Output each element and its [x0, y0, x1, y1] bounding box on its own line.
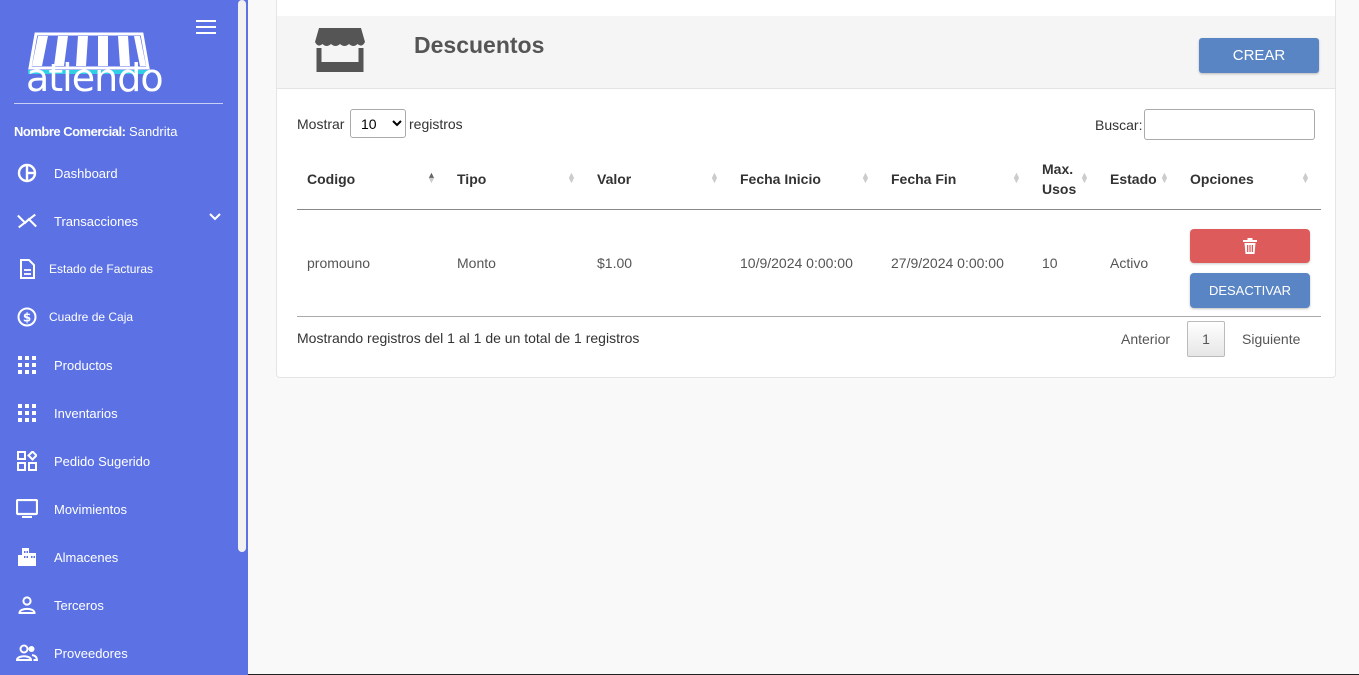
cell-valor: $1.00: [597, 255, 633, 271]
dollar-icon: $: [16, 306, 38, 328]
people-icon: [16, 642, 38, 664]
page-title: Descuentos: [414, 32, 545, 58]
monitor-icon: [16, 498, 38, 520]
column-header-tipo[interactable]: Tipo: [457, 171, 486, 187]
cell-fecha-inicio: 10/9/2024 0:00:00: [740, 255, 853, 271]
column-header-estado[interactable]: Estado: [1110, 171, 1157, 187]
sidebar-item-movimientos[interactable]: Movimientos: [0, 489, 237, 529]
deactivate-button[interactable]: DESACTIVAR: [1190, 273, 1310, 308]
card-header: Descuentos CREAR: [277, 16, 1335, 89]
sidebar-item-label: Transacciones: [54, 213, 139, 229]
sort-icon: ▲ ▼: [710, 170, 719, 185]
delete-button[interactable]: [1190, 229, 1310, 263]
column-header-valor[interactable]: Valor: [597, 171, 631, 187]
sort-icon: ▲ ▼: [861, 170, 870, 185]
sidebar-item-label: Dashboard: [54, 165, 118, 181]
sidebar-content: atiendo Nombre Comercial: Sandrita Dashb…: [0, 0, 237, 675]
sort-asc-icon: ▲ ▼: [427, 170, 436, 185]
search-label: Buscar:: [1095, 117, 1143, 133]
cell-fecha-fin: 27/9/2024 0:00:00: [891, 255, 1004, 271]
merchant-name: Sandrita: [129, 124, 178, 139]
column-header-fecha-fin[interactable]: Fecha Fin: [891, 171, 956, 187]
sidebar-item-label: Movimientos: [54, 501, 127, 517]
logo-text: atiendo: [26, 56, 164, 100]
discounts-card: Descuentos CREAR Mostrar 10 25 50 100 re…: [276, 0, 1336, 378]
dashboard-icon: [16, 162, 38, 184]
column-header-codigo[interactable]: Codigo: [307, 171, 355, 187]
sort-icon: ▲ ▼: [1301, 170, 1310, 185]
grid-icon: [16, 402, 38, 424]
person-icon: [16, 594, 38, 616]
column-header-fecha-inicio[interactable]: Fecha Inicio: [740, 171, 821, 187]
sort-icon: ▲ ▼: [1012, 170, 1021, 185]
chevron-down-icon[interactable]: [209, 213, 221, 221]
sidebar-item-cuadre-caja[interactable]: $ Cuadre de Caja: [0, 297, 237, 337]
grid-icon: [16, 354, 38, 376]
document-icon: [16, 258, 38, 280]
sidebar-divider: [14, 103, 223, 104]
sidebar-item-pedido-sugerido[interactable]: Pedido Sugerido: [0, 441, 237, 481]
cell-codigo: promouno: [307, 255, 371, 271]
records-label: registros: [409, 116, 463, 132]
cell-max-usos: 10: [1042, 255, 1058, 271]
sidebar-item-label: Estado de Facturas: [49, 262, 154, 276]
merchant-label: Nombre Comercial:: [14, 124, 126, 139]
sidebar-scrollbar[interactable]: [238, 0, 246, 552]
table-header-divider: [297, 209, 1321, 210]
sort-icon: ▲ ▼: [1080, 170, 1089, 185]
search-input[interactable]: [1144, 109, 1315, 140]
sidebar-item-label: Inventarios: [54, 405, 118, 421]
sidebar-item-estado-facturas[interactable]: Estado de Facturas: [0, 249, 237, 289]
transactions-icon: [16, 210, 38, 232]
show-label: Mostrar: [297, 116, 345, 132]
sidebar-scrollbar-track: [246, 0, 248, 675]
merchant-info: Nombre Comercial: Sandrita: [14, 124, 177, 139]
sort-icon: ▲ ▼: [1160, 170, 1169, 185]
sidebar-item-terceros[interactable]: Terceros: [0, 585, 237, 625]
sidebar-item-label: Proveedores: [54, 645, 128, 661]
sidebar-item-label: Terceros: [54, 597, 104, 613]
pagination-page-1[interactable]: 1: [1187, 321, 1225, 357]
sidebar: atiendo Nombre Comercial: Sandrita Dashb…: [0, 0, 248, 675]
page-size-select[interactable]: 10 25 50 100: [350, 109, 406, 138]
sidebar-item-label: Almacenes: [54, 549, 119, 565]
sidebar-item-inventarios[interactable]: Inventarios: [0, 393, 237, 433]
hamburger-menu-icon[interactable]: [196, 20, 216, 36]
sidebar-item-label: Productos: [54, 357, 113, 373]
trash-icon: [1243, 238, 1257, 254]
table-bottom-divider: [297, 316, 1321, 317]
sidebar-item-dashboard[interactable]: Dashboard: [0, 153, 237, 193]
cell-estado: Activo: [1110, 255, 1149, 271]
sidebar-item-almacenes[interactable]: Almacenes: [0, 537, 237, 577]
building-icon: [16, 546, 38, 568]
column-header-opciones[interactable]: Opciones: [1190, 171, 1254, 187]
column-header-usos[interactable]: Usos: [1042, 181, 1076, 197]
create-button[interactable]: CREAR: [1199, 38, 1319, 73]
sidebar-item-transacciones[interactable]: Transacciones: [0, 201, 237, 241]
cell-tipo: Monto: [457, 255, 496, 271]
sort-icon: ▲ ▼: [567, 170, 576, 185]
sidebar-item-proveedores[interactable]: Proveedores: [0, 633, 237, 673]
sidebar-item-productos[interactable]: Productos: [0, 345, 237, 385]
store-icon: [315, 28, 365, 72]
pagination-next[interactable]: Siguiente: [1242, 331, 1300, 347]
widgets-icon: [16, 450, 38, 472]
column-header-max[interactable]: Max.: [1042, 161, 1073, 177]
svg-text:$: $: [23, 311, 31, 325]
sidebar-item-label: Cuadre de Caja: [49, 310, 134, 324]
sidebar-item-label: Pedido Sugerido: [54, 453, 151, 469]
table-info: Mostrando registros del 1 al 1 de un tot…: [297, 330, 640, 346]
pagination-previous[interactable]: Anterior: [1121, 331, 1170, 347]
